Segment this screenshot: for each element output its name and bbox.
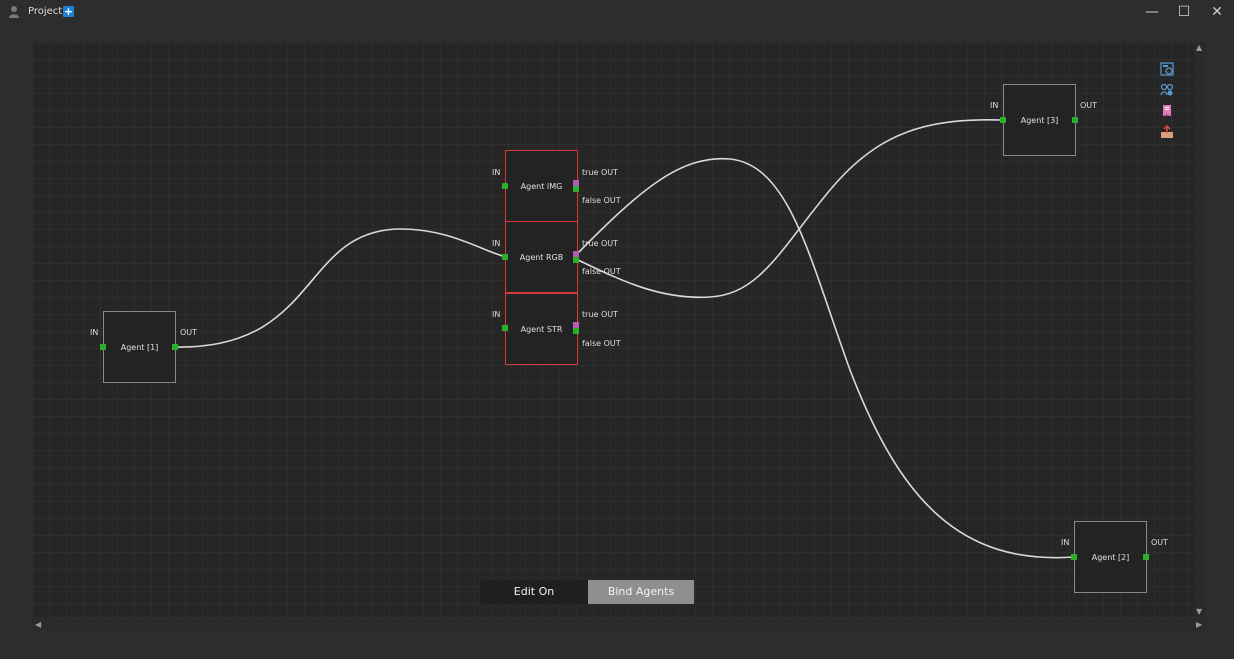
in-port-label: IN <box>1061 538 1070 547</box>
in-port-label: IN <box>990 101 999 110</box>
false-out-port[interactable] <box>573 257 579 263</box>
close-button[interactable]: ✕ <box>1206 3 1228 21</box>
scroll-left-icon[interactable]: ◀ <box>35 621 41 629</box>
false-out-label: false OUT <box>582 267 621 276</box>
node-label: Agent [2] <box>1091 553 1130 562</box>
out-port-label: OUT <box>180 328 198 337</box>
out-port-label: OUT <box>1080 101 1098 110</box>
fit-view-icon[interactable] <box>1160 62 1174 76</box>
agent-node-2[interactable]: Agent [2] <box>1074 521 1147 593</box>
out-port[interactable] <box>1143 554 1149 560</box>
false-out-port[interactable] <box>573 186 579 192</box>
plus-icon[interactable]: + <box>63 6 74 17</box>
agent-node-str[interactable]: Agent STR <box>505 293 578 365</box>
in-port-label: IN <box>90 328 99 337</box>
false-out-label: false OUT <box>582 196 621 205</box>
node-label: Agent [3] <box>1020 116 1059 125</box>
scroll-down-icon[interactable]: ▼ <box>1196 608 1202 616</box>
in-port[interactable] <box>502 183 508 189</box>
in-port-label: IN <box>492 310 501 319</box>
true-out-label: true OUT <box>582 168 618 177</box>
window-title: Project <box>28 6 63 17</box>
in-port-label: IN <box>492 168 501 177</box>
scroll-up-icon[interactable]: ▲ <box>1196 44 1202 52</box>
minimize-button[interactable]: — <box>1141 3 1163 21</box>
out-port-label: OUT <box>1151 538 1169 547</box>
vertical-scrollbar[interactable]: ▲ ▼ <box>1194 42 1206 617</box>
in-port-label: IN <box>492 239 501 248</box>
user-icon <box>9 6 19 18</box>
true-out-label: true OUT <box>582 239 618 248</box>
export-icon[interactable] <box>1160 125 1174 139</box>
node-label: Agent STR <box>520 325 563 334</box>
maximize-button[interactable]: ☐ <box>1173 3 1195 21</box>
agent-node-img[interactable]: Agent IMG <box>505 150 578 222</box>
title-bar: Project + — ☐ ✕ <box>0 0 1234 25</box>
node-label: Agent [1] <box>120 343 159 352</box>
in-port[interactable] <box>502 254 508 260</box>
node-label: Agent IMG <box>520 182 563 191</box>
true-out-label: true OUT <box>582 310 618 319</box>
in-port[interactable] <box>1000 117 1006 123</box>
link-agents-icon[interactable] <box>1160 83 1174 97</box>
false-out-label: false OUT <box>582 339 621 348</box>
agent-node-3[interactable]: Agent [3] <box>1003 84 1076 156</box>
horizontal-scrollbar[interactable]: ◀ ▶ <box>32 619 1206 631</box>
in-port[interactable] <box>100 344 106 350</box>
node-label: Agent RGB <box>519 253 564 262</box>
out-port[interactable] <box>172 344 178 350</box>
in-port[interactable] <box>502 325 508 331</box>
bookmark-icon[interactable] <box>1160 104 1174 118</box>
mode-tabs: Edit On Bind Agents <box>480 580 694 604</box>
scroll-right-icon[interactable]: ▶ <box>1196 621 1202 629</box>
agent-node-1[interactable]: Agent [1] <box>103 311 176 383</box>
out-port[interactable] <box>1072 117 1078 123</box>
tab-bind-agents[interactable]: Bind Agents <box>588 580 694 604</box>
in-port[interactable] <box>1071 554 1077 560</box>
agent-node-rgb[interactable]: Agent RGB <box>505 221 578 293</box>
tab-edit-on[interactable]: Edit On <box>480 580 588 604</box>
false-out-port[interactable] <box>573 328 579 334</box>
